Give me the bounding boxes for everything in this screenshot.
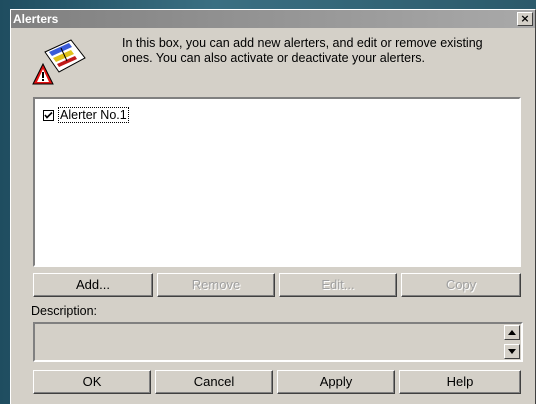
- cancel-button[interactable]: Cancel: [155, 370, 273, 394]
- window-title: Alerters: [13, 12, 59, 26]
- alerter-checkbox[interactable]: [43, 109, 54, 121]
- alerters-dialog: Alerters × In this box, you can add new …: [10, 9, 536, 404]
- description-field[interactable]: [33, 322, 523, 362]
- arrow-up-icon: [508, 330, 516, 335]
- scroll-up-button[interactable]: [504, 325, 520, 340]
- add-button[interactable]: Add...: [33, 273, 153, 297]
- ok-button[interactable]: OK: [33, 370, 151, 394]
- description-label: Description:: [31, 304, 97, 318]
- close-button[interactable]: ×: [517, 12, 533, 26]
- apply-button[interactable]: Apply: [277, 370, 395, 394]
- copy-button[interactable]: Copy: [401, 273, 521, 297]
- list-item[interactable]: Alerter No.1: [43, 107, 129, 123]
- check-icon: [44, 111, 53, 119]
- arrow-down-icon: [508, 349, 516, 354]
- alert-document-icon: [31, 36, 87, 86]
- title-bar[interactable]: Alerters ×: [11, 10, 535, 28]
- scroll-down-button[interactable]: [504, 344, 520, 359]
- edit-button[interactable]: Edit...: [279, 273, 397, 297]
- close-icon: ×: [520, 12, 530, 25]
- alerter-label[interactable]: Alerter No.1: [58, 107, 129, 123]
- intro-text: In this box, you can add new alerters, a…: [122, 36, 483, 65]
- help-button[interactable]: Help: [399, 370, 521, 394]
- remove-button[interactable]: Remove: [157, 273, 275, 297]
- alerters-list[interactable]: Alerter No.1: [33, 97, 521, 267]
